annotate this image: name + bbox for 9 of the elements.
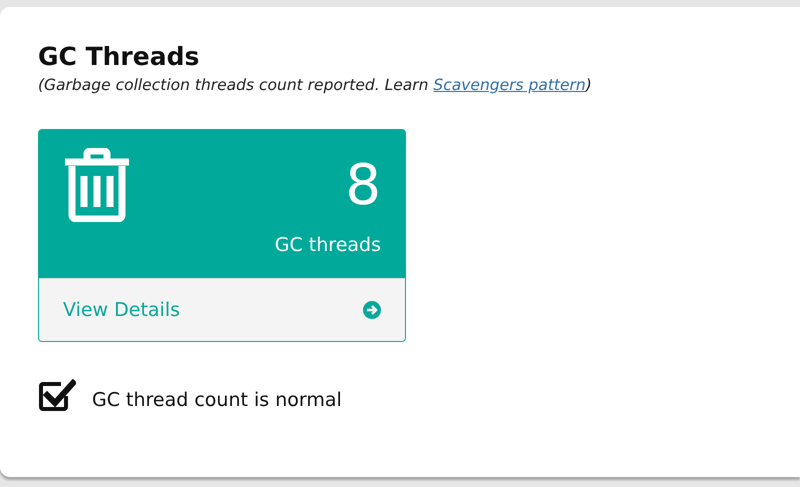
arrow-circle-icon — [363, 300, 381, 319]
description: (Garbage collection threads count reported. Learn Scavengers pattern) — [38, 74, 593, 96]
learn-link[interactable]: Scavengers pattern — [433, 76, 586, 94]
section-title: GC Threads — [38, 41, 200, 73]
metric-value: 8 — [344, 158, 381, 214]
status-text: GC thread count is normal — [92, 388, 342, 413]
view-details-button[interactable]: View Details — [39, 278, 405, 341]
trash-icon — [63, 148, 131, 222]
metric-label: GC threads — [274, 233, 381, 258]
